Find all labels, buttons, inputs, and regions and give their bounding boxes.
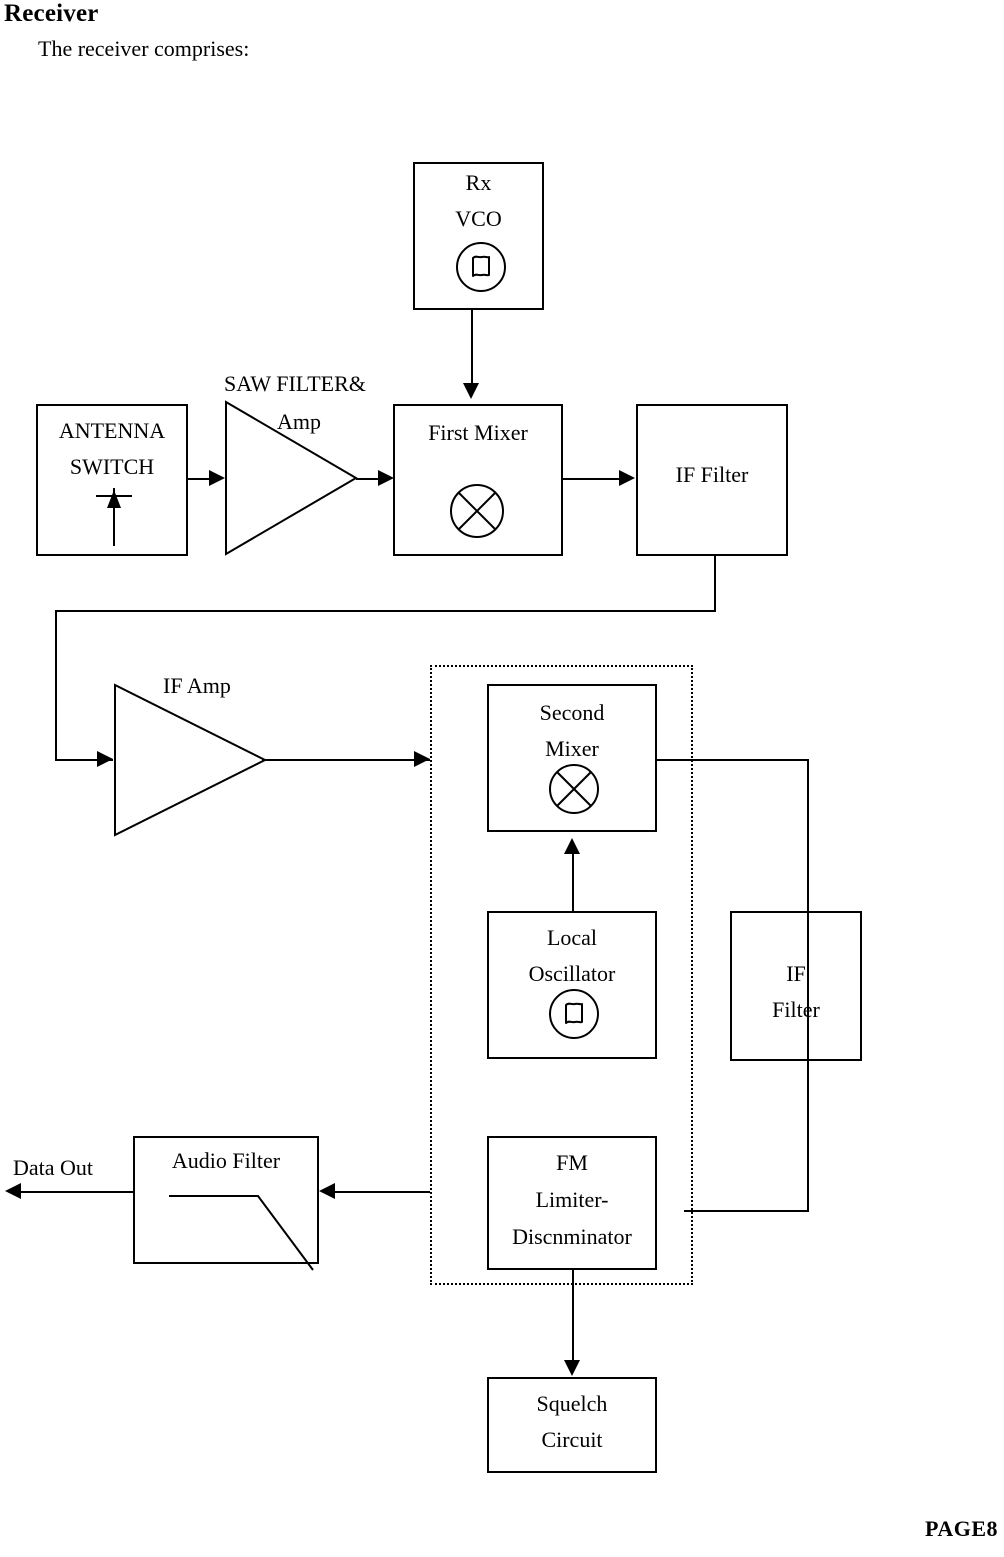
arrowhead-data-out bbox=[5, 1183, 21, 1199]
wire-if-amp-to-second-mixer bbox=[262, 759, 430, 761]
if-filter-2-label-line2: Filter bbox=[772, 997, 820, 1022]
data-out-label: Data Out bbox=[13, 1155, 94, 1180]
block-if-filter-2[interactable]: IF Filter bbox=[730, 911, 862, 1061]
page-number-footer: PAGE8 bbox=[925, 1516, 998, 1541]
block-rx-vco[interactable]: Rx VCO bbox=[413, 162, 544, 310]
amplifier-triangle-icon-if[interactable] bbox=[111, 681, 269, 839]
antenna-switch-label-line2: SWITCH bbox=[69, 454, 155, 479]
page-title: Receiver bbox=[4, 0, 99, 27]
block-audio-filter[interactable]: Audio Filter bbox=[133, 1136, 319, 1271]
local-oscillator-label-line1: Local bbox=[546, 925, 598, 950]
intro-text: The receiver comprises: bbox=[38, 36, 250, 61]
mixer-circle-x-icon bbox=[450, 484, 504, 538]
saw-filter-label-line2: Amp bbox=[277, 409, 321, 434]
squelch-label-line2: Circuit bbox=[541, 1427, 603, 1452]
wire-return-to-fm-block bbox=[684, 1210, 809, 1212]
if-filter-1-label: IF Filter bbox=[675, 462, 749, 487]
wire-vco-to-first-mixer bbox=[471, 310, 473, 385]
mixer-circle-x-icon bbox=[549, 764, 599, 814]
if-filter-2-label-line1: IF bbox=[786, 961, 806, 986]
fm-label-line1: FM bbox=[556, 1150, 588, 1175]
block-squelch-circuit[interactable]: Squelch Circuit bbox=[487, 1377, 657, 1473]
block-antenna-switch[interactable]: ANTENNA SWITCH bbox=[36, 404, 188, 556]
arrowhead-into-audio-filter bbox=[319, 1183, 335, 1199]
wire-if-filter-left bbox=[55, 610, 716, 612]
arrowhead-into-if-filter-1 bbox=[619, 470, 635, 486]
rx-vco-label-line1: Rx bbox=[465, 170, 492, 195]
wire-down-to-if-amp bbox=[55, 610, 57, 760]
squelch-label-line1: Squelch bbox=[536, 1391, 608, 1416]
fm-label-line3: Discnminator bbox=[512, 1224, 632, 1249]
saw-filter-label-line1: SAW FILTER& bbox=[224, 371, 366, 396]
oscillator-icon bbox=[456, 242, 506, 292]
block-fm-limiter-discriminator[interactable]: FM Limiter- Discnminator bbox=[487, 1136, 657, 1270]
oscillator-icon bbox=[549, 989, 599, 1039]
antenna-icon bbox=[96, 488, 132, 546]
wire-fm-to-audio-filter bbox=[330, 1191, 430, 1193]
second-mixer-label-line1: Second bbox=[539, 700, 605, 725]
wire-if-filter-down bbox=[714, 556, 716, 612]
arrowhead-into-squelch bbox=[564, 1360, 580, 1376]
audio-filter-label: Audio Filter bbox=[171, 1148, 281, 1173]
second-mixer-label-line2: Mixer bbox=[545, 736, 599, 761]
local-oscillator-label-line2: Oscillator bbox=[528, 961, 616, 986]
block-second-mixer[interactable]: Second Mixer bbox=[487, 684, 657, 832]
first-mixer-label: First Mixer bbox=[428, 420, 528, 445]
block-local-oscillator[interactable]: Local Oscillator bbox=[487, 911, 657, 1059]
arrowhead-into-second-mixer bbox=[414, 751, 430, 767]
block-first-mixer[interactable]: First Mixer bbox=[393, 404, 563, 556]
antenna-switch-label-line1: ANTENNA bbox=[58, 418, 166, 443]
block-if-filter-1[interactable]: IF Filter bbox=[636, 404, 788, 556]
wire-audio-filter-to-data-out bbox=[17, 1191, 135, 1193]
wire-first-mixer-to-if-filter bbox=[563, 478, 625, 480]
if-amp-label: IF Amp bbox=[163, 673, 231, 698]
arrowhead-into-first-mixer bbox=[463, 383, 479, 399]
rx-vco-label-line2: VCO bbox=[455, 206, 502, 231]
lowpass-filter-icon bbox=[169, 1195, 314, 1271]
fm-label-line2: Limiter- bbox=[535, 1187, 609, 1212]
arrowhead-into-first-mixer-rf bbox=[378, 470, 394, 486]
